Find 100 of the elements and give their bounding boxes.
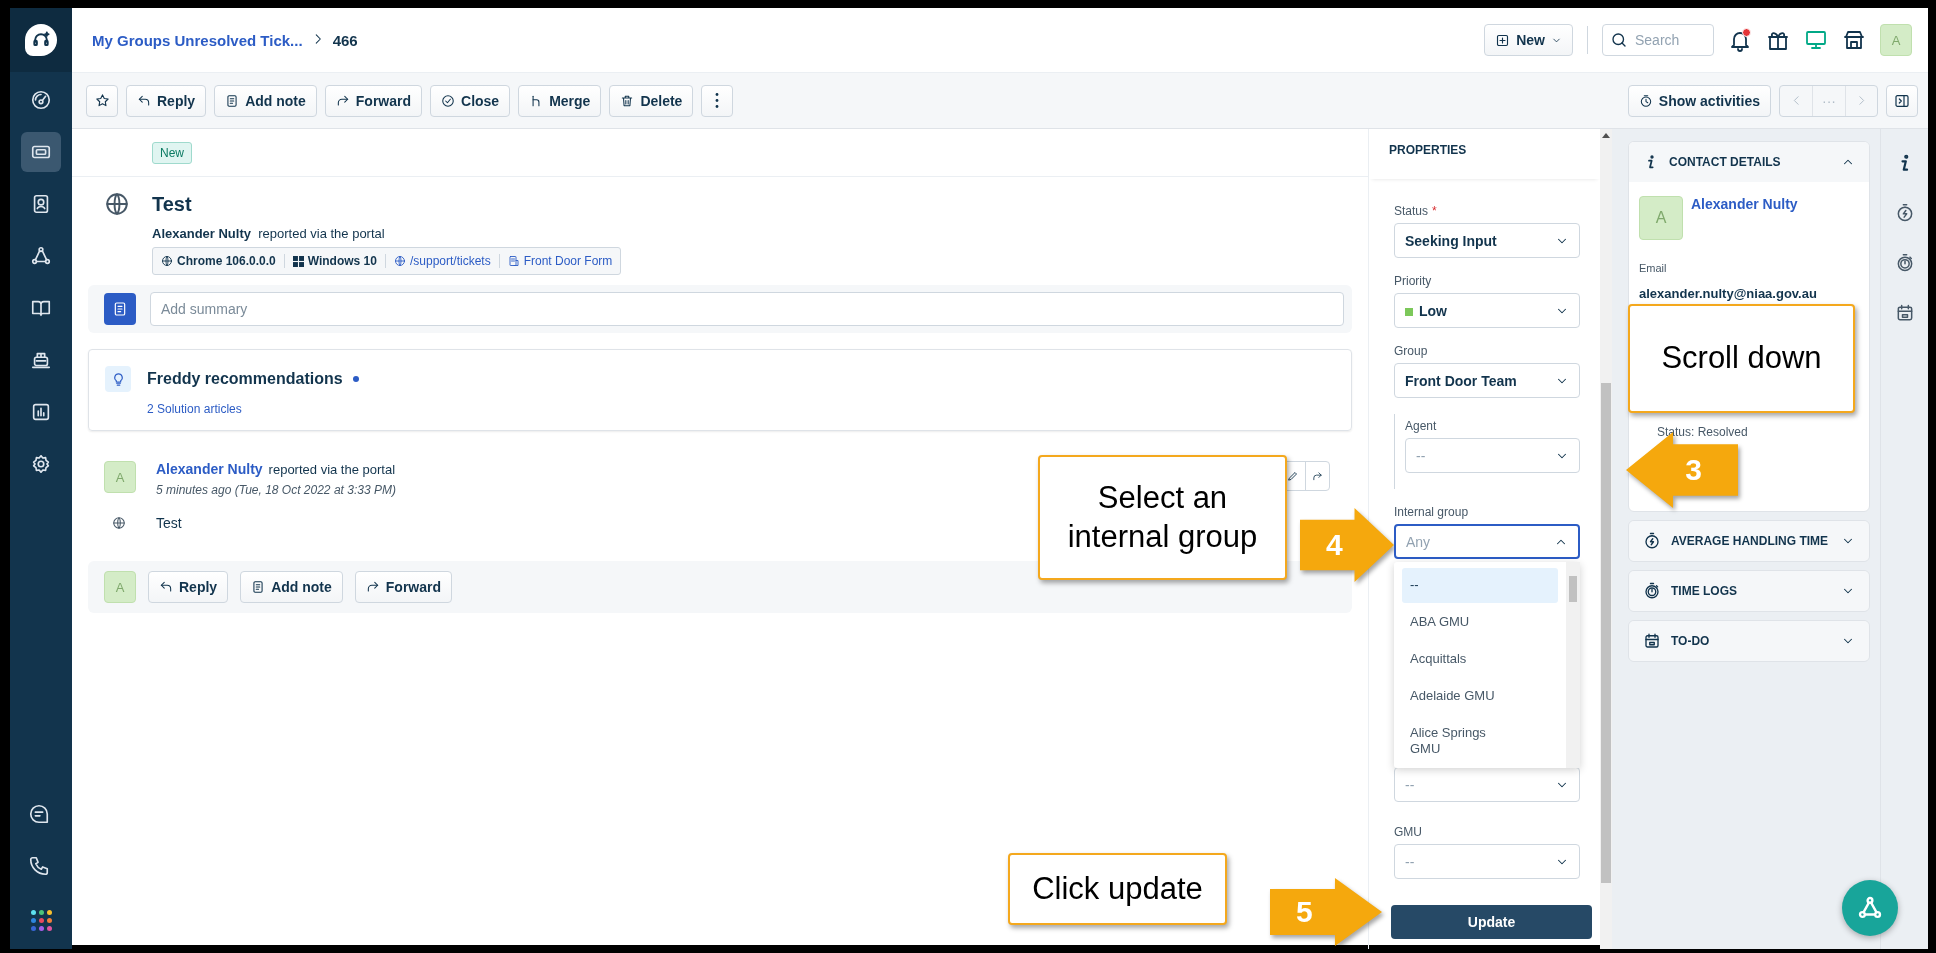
bell-icon[interactable] — [1728, 28, 1752, 52]
select-field[interactable]: Low — [1394, 293, 1580, 328]
network-icon — [1857, 895, 1883, 921]
browser-icon — [161, 255, 173, 267]
reply-icon — [137, 93, 151, 108]
toolbar-button[interactable]: Add note — [214, 84, 317, 117]
search-icon — [1610, 31, 1628, 49]
scrollbar[interactable] — [1566, 562, 1580, 768]
step-arrow: 5 — [1270, 878, 1382, 946]
contact-avatar: A — [1639, 196, 1683, 240]
settings-icon — [30, 453, 52, 475]
field-label: Priority — [1394, 274, 1433, 288]
windows-icon — [292, 255, 304, 267]
forward-icon — [365, 580, 380, 594]
meta-link[interactable]: Front Door Form — [498, 254, 621, 268]
globe-icon — [104, 191, 130, 217]
field-label: Internal group — [1394, 505, 1470, 519]
toolbar-button[interactable] — [86, 84, 118, 117]
sidebar-icon — [1894, 92, 1910, 109]
star-icon — [94, 93, 110, 108]
breadcrumb-link[interactable]: My Groups Unresolved Tick... — [92, 31, 303, 49]
dropdown-option[interactable]: Adelaide GMU — [1402, 678, 1558, 714]
search-field[interactable]: Search — [1602, 24, 1714, 56]
note-icon — [225, 93, 240, 108]
globe-icon — [393, 255, 406, 267]
nodes-icon — [30, 245, 52, 267]
panel-toggle-button[interactable] — [1886, 84, 1918, 117]
section-header[interactable]: TO-DO — [1629, 621, 1869, 661]
agent-avatar: A — [104, 571, 136, 603]
reply-bar-button[interactable]: Reply — [148, 571, 229, 603]
clock-icon — [1638, 93, 1653, 108]
note-icon — [251, 580, 266, 594]
meta-link[interactable]: /support/tickets — [384, 254, 499, 268]
card-title: Freddy recommendations — [147, 370, 343, 388]
pencil-icon — [1287, 470, 1299, 482]
scrollbar[interactable] — [1600, 129, 1612, 949]
toolbar-button[interactable]: Delete — [609, 84, 694, 117]
select-field[interactable]: Seeking Input — [1394, 223, 1580, 258]
summary-field[interactable]: Add summary — [150, 292, 1344, 326]
calendar-icon — [1643, 632, 1661, 650]
solution-articles-link[interactable]: 2 Solution articles — [147, 402, 1335, 416]
more-icon — [715, 93, 720, 108]
dropdown-option[interactable]: -- — [1402, 568, 1558, 603]
ticket-title: Test — [152, 193, 193, 216]
step-arrow: 4 — [1300, 508, 1394, 582]
meta-info: Windows 10 — [283, 254, 385, 268]
toolbar-button[interactable]: Merge — [518, 84, 602, 117]
email-label: Email — [1639, 262, 1668, 274]
message-time: 5 minutes ago (Tue, 18 Oct 2022 at 3:33 PM) — [156, 483, 396, 497]
instruction-tooltip: Select an internal group — [1038, 455, 1287, 580]
bar-chart-icon — [30, 401, 52, 423]
timer-icon — [1643, 532, 1661, 550]
field-label: Agent — [1405, 419, 1438, 433]
store-icon[interactable] — [1842, 28, 1866, 52]
dropdown-option[interactable]: ABA GMU — [1402, 604, 1558, 640]
phone-icon — [27, 855, 50, 877]
section-header[interactable]: TIME LOGS — [1629, 571, 1869, 611]
dropdown-option[interactable]: Alice Springs GMU — [1402, 715, 1558, 768]
panel-title: PROPERTIES — [1369, 129, 1600, 179]
nav-item[interactable] — [21, 132, 61, 172]
dropdown-option[interactable]: Acquittals — [1402, 641, 1558, 677]
stopwatch-icon — [1643, 582, 1661, 600]
select-field[interactable]: Front Door Team — [1394, 363, 1580, 398]
contact-name[interactable]: Alexander Nulty — [1691, 196, 1798, 240]
reply-icon — [159, 580, 173, 594]
field-label: Status * — [1394, 204, 1438, 218]
reply-bar-button[interactable]: Forward — [354, 571, 452, 603]
instruction-tooltip: Scroll down — [1628, 304, 1855, 413]
update-button[interactable]: Update — [1391, 905, 1592, 939]
toolbar-button[interactable]: Reply — [126, 84, 207, 117]
form-icon — [507, 255, 520, 267]
author-avatar: A — [104, 461, 136, 493]
pager-ellipsis: ··· — [1812, 85, 1845, 116]
monitor-icon[interactable] — [1804, 28, 1828, 52]
new-button[interactable]: New — [1484, 24, 1573, 56]
plus-square-icon — [1495, 32, 1511, 48]
message-body: Test — [156, 515, 183, 531]
reporter-line: Alexander Nulty reported via the portal — [152, 226, 386, 241]
message-header: Alexander Nulty reported via the portal — [156, 461, 396, 477]
forward-icon — [335, 93, 350, 108]
globe-icon — [112, 516, 126, 530]
gauge-icon — [30, 89, 52, 111]
email-value: alexander.nulty@niaa.gov.au — [1639, 286, 1818, 301]
ticket-number: 466 — [332, 31, 358, 49]
toolbar-button[interactable]: Close — [430, 84, 511, 117]
section-header[interactable]: AVERAGE HANDLING TIME — [1629, 521, 1869, 561]
chat-icon — [27, 803, 50, 825]
meta-info: Chrome 106.0.0.0 — [153, 254, 284, 268]
field-label: GMU — [1394, 825, 1423, 839]
section-header[interactable]: CONTACT DETAILS — [1629, 142, 1869, 182]
trash-icon — [620, 93, 635, 108]
field-label: Group — [1394, 344, 1429, 358]
toolbar-button[interactable]: Forward — [324, 84, 422, 117]
forward-icon — [1312, 469, 1323, 483]
instruction-tooltip: Click update — [1008, 853, 1227, 925]
headset-logo-icon[interactable] — [25, 24, 57, 56]
reply-bar-button[interactable]: Add note — [240, 571, 343, 603]
check-circle-icon — [441, 93, 455, 108]
show-activities-button[interactable]: Show activities — [1627, 84, 1771, 117]
status-tag: New — [152, 141, 192, 164]
